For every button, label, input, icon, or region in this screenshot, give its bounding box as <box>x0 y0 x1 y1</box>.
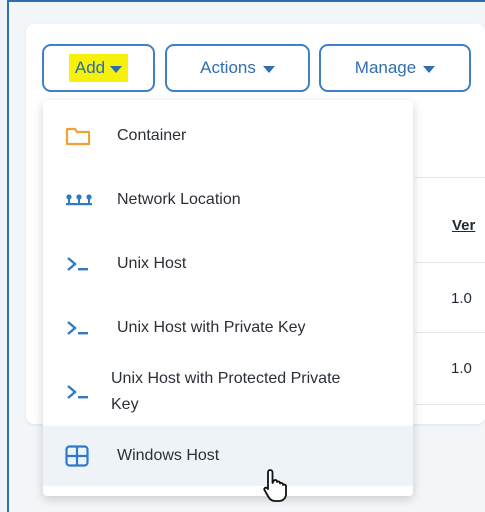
table-area <box>415 92 485 424</box>
add-dropdown-menu: Container Network Location Unix Host Uni… <box>43 100 413 496</box>
table-divider <box>415 262 485 263</box>
menu-item-unix-host-protected-private-key[interactable]: Unix Host with Protected Private Key <box>43 362 413 422</box>
actions-button-label: Actions <box>200 58 256 77</box>
menu-item-label: Unix Host with Protected Private Key <box>111 370 341 413</box>
table-cell-version: 1.0 <box>451 360 472 377</box>
menu-item-unix-host[interactable]: Unix Host <box>43 238 413 290</box>
terminal-icon <box>65 316 95 340</box>
menu-item-label: Network Location <box>117 191 241 209</box>
caret-down-icon <box>110 65 123 73</box>
menu-item-label: Unix Host <box>117 255 187 273</box>
add-button[interactable]: Add <box>42 44 155 92</box>
actions-button[interactable]: Actions <box>165 44 310 92</box>
menu-item-label: Unix Host with Private Key <box>117 319 306 337</box>
menu-item-network-location[interactable]: Network Location <box>43 174 413 226</box>
terminal-icon <box>65 252 95 276</box>
terminal-icon <box>65 380 95 404</box>
menu-item-unix-host-private-key[interactable]: Unix Host with Private Key <box>43 302 413 354</box>
table-column-header[interactable]: Ver <box>452 217 475 234</box>
manage-button[interactable]: Manage <box>319 44 471 92</box>
table-divider <box>415 404 485 405</box>
network-icon <box>65 188 95 212</box>
folder-icon <box>65 124 95 148</box>
table-cell-version: 1.0 <box>451 290 472 307</box>
table-divider <box>415 332 485 333</box>
menu-item-label: Windows Host <box>117 447 220 465</box>
table-divider <box>415 177 485 178</box>
menu-item-label: Container <box>117 127 187 145</box>
caret-down-icon <box>262 65 275 73</box>
hand-cursor-icon <box>263 469 287 502</box>
menu-item-windows-host[interactable]: Windows Host <box>43 426 413 486</box>
windows-icon <box>65 444 95 468</box>
add-button-highlight: Add <box>68 54 129 82</box>
menu-item-container[interactable]: Container <box>43 110 413 162</box>
add-button-label: Add <box>74 58 106 77</box>
manage-button-label: Manage <box>354 58 417 77</box>
caret-down-icon <box>423 65 436 73</box>
